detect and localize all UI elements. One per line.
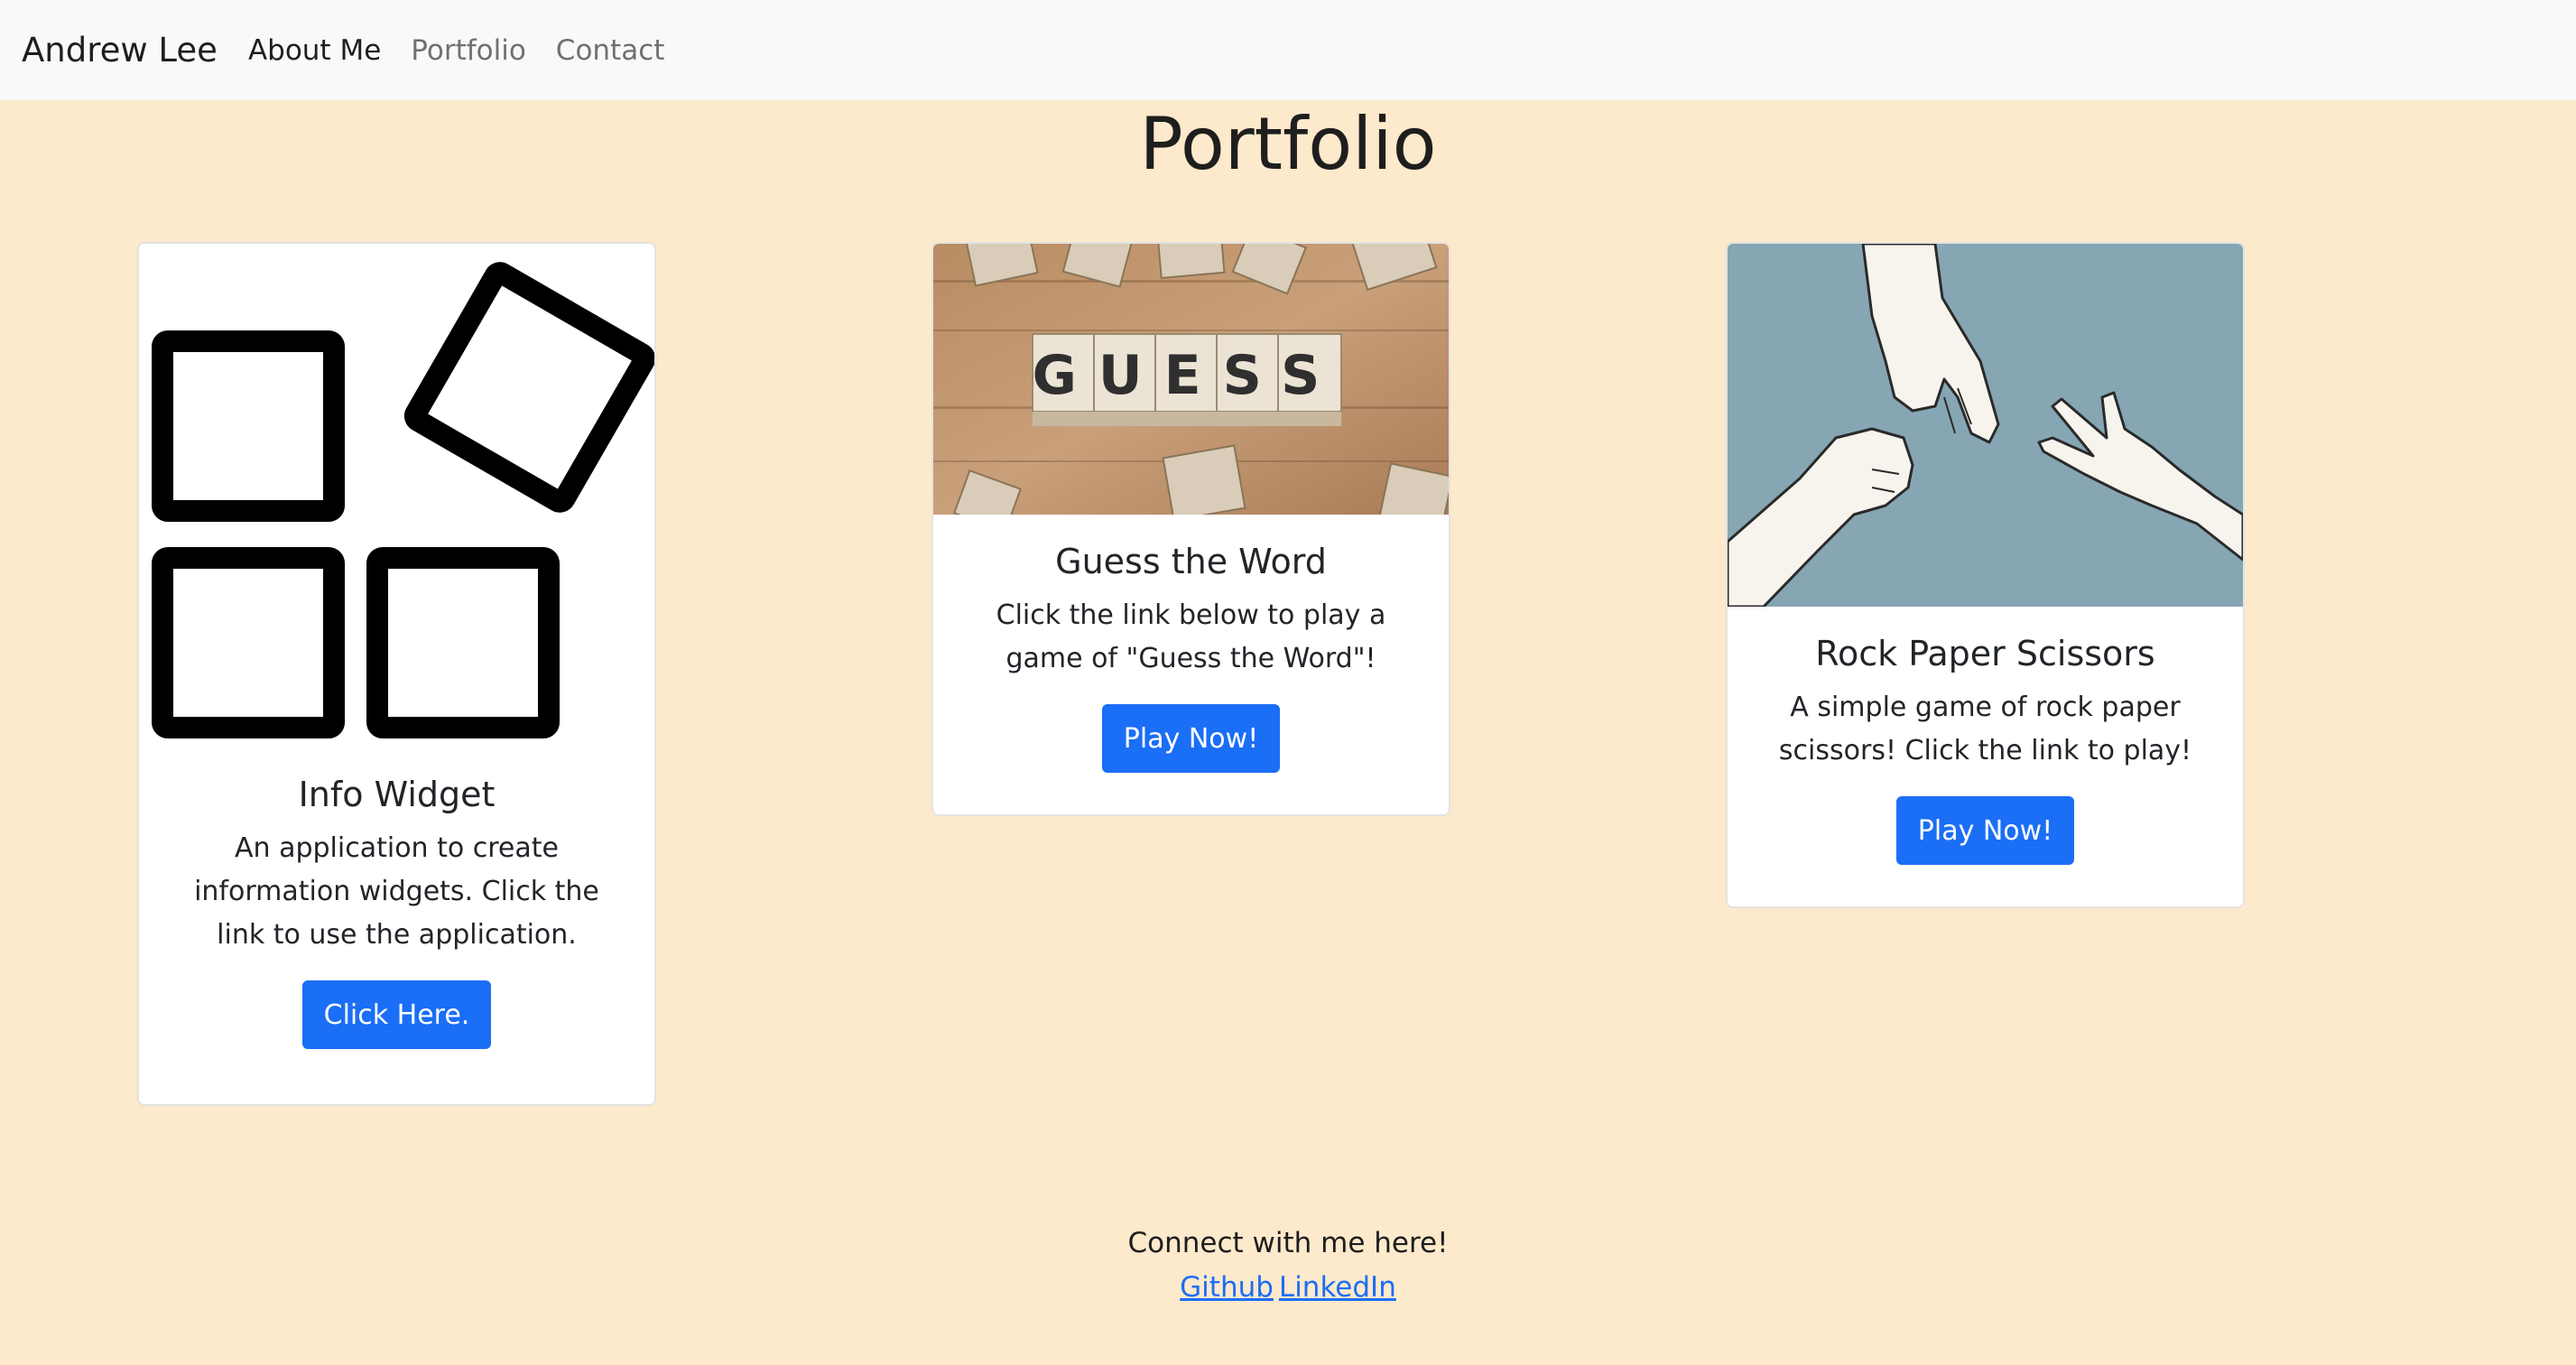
footer-links: Github LinkedIn bbox=[0, 1271, 2576, 1304]
card-text: Click the link below to play a game of "… bbox=[996, 599, 1386, 674]
github-link[interactable]: Github bbox=[1180, 1271, 1274, 1304]
info-widget-image bbox=[152, 262, 654, 738]
rock-paper-scissors-image bbox=[1728, 244, 2243, 607]
card-rock-paper-scissors: Rock Paper Scissors A simple game of roc… bbox=[1726, 242, 2245, 908]
card-info-widget: Info Widget An application to create inf… bbox=[137, 242, 656, 1106]
card-title: Rock Paper Scissors bbox=[1815, 634, 2155, 673]
brand-link[interactable]: Andrew Lee bbox=[22, 31, 218, 70]
nav-links: About Me Portfolio Contact bbox=[248, 34, 694, 67]
card-text: An application to create information wid… bbox=[194, 832, 599, 951]
card-guess-the-word: GUESS Guess the Word Click the link belo… bbox=[931, 242, 1450, 816]
guess-image: GUESS bbox=[933, 244, 1449, 515]
card-title: Guess the Word bbox=[1055, 542, 1327, 581]
info-widget-button[interactable]: Click Here. bbox=[301, 980, 492, 1049]
navbar: Andrew Lee About Me Portfolio Contact bbox=[0, 0, 2576, 100]
guess-image-text: GUESS bbox=[1033, 344, 1342, 407]
nav-contact[interactable]: Contact bbox=[556, 34, 665, 67]
linkedin-link[interactable]: LinkedIn bbox=[1279, 1271, 1396, 1304]
card-text: A simple game of rock paper scissors! Cl… bbox=[1778, 692, 2192, 766]
nav-about-me[interactable]: About Me bbox=[248, 34, 381, 67]
guess-play-button[interactable]: Play Now! bbox=[1101, 704, 1281, 773]
page-title: Portfolio bbox=[1139, 102, 1437, 186]
nav-portfolio[interactable]: Portfolio bbox=[411, 34, 526, 67]
card-title: Info Widget bbox=[298, 775, 496, 814]
footer-text: Connect with me here! bbox=[1127, 1227, 1449, 1259]
rps-play-button[interactable]: Play Now! bbox=[1895, 796, 2075, 865]
